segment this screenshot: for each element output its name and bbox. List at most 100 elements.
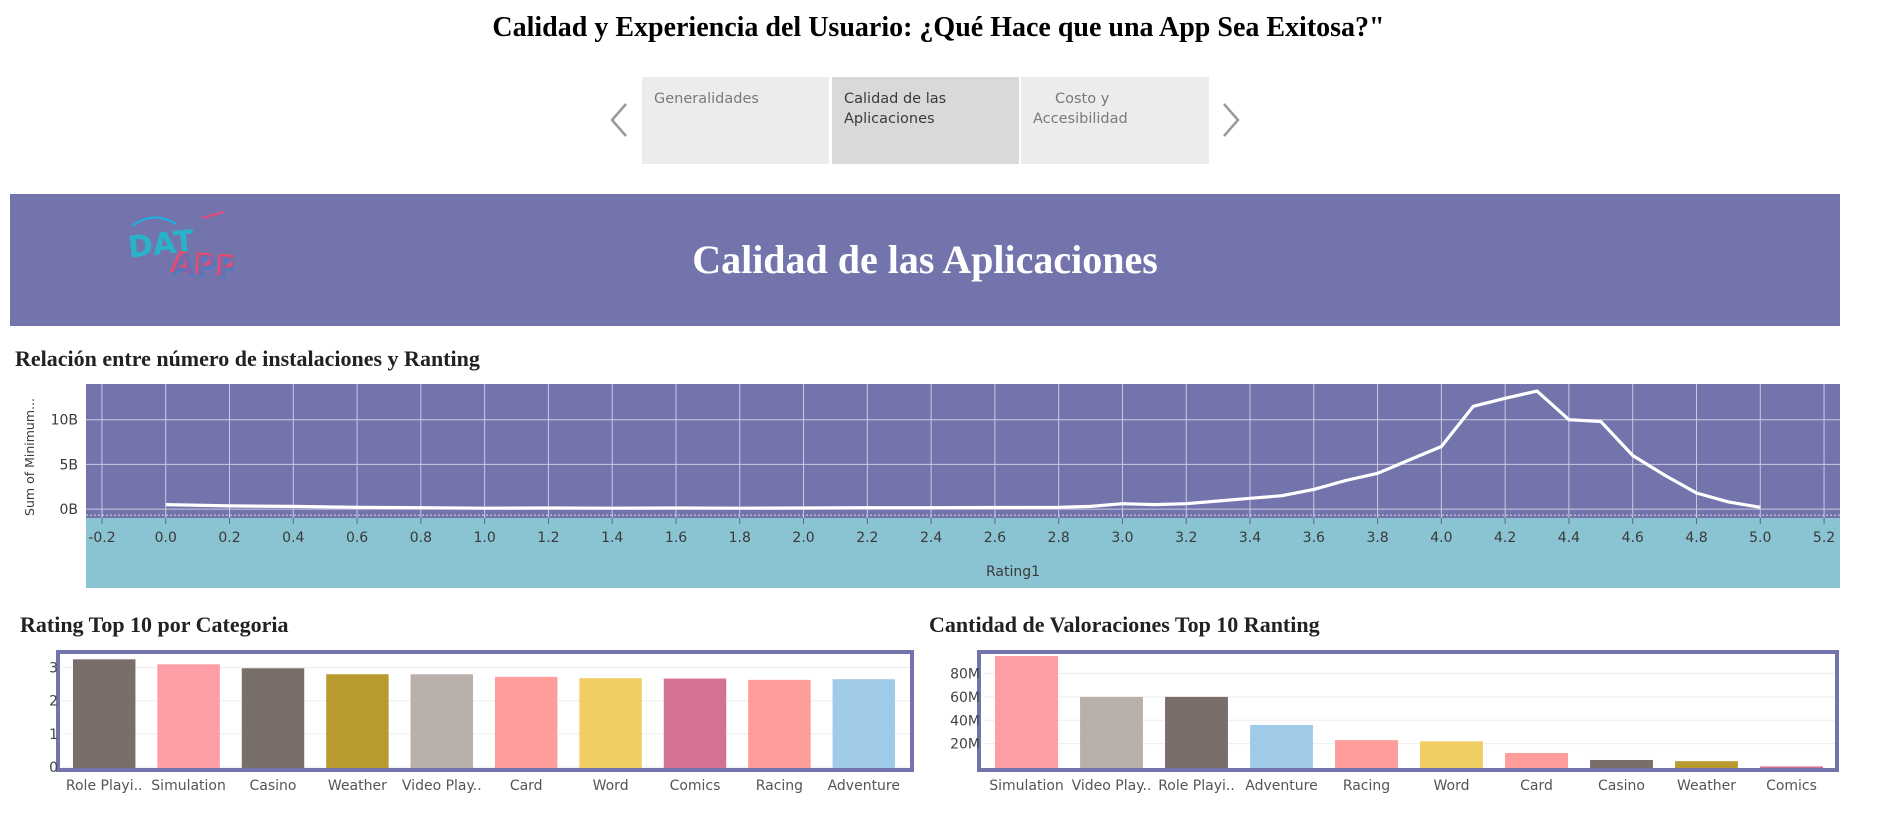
y-tick-label: 2 bbox=[49, 694, 58, 710]
bar bbox=[1420, 741, 1483, 768]
x-tick-label: 1.4 bbox=[601, 530, 623, 546]
header-banner: DAT APP APP Calidad de las Aplicaciones bbox=[10, 194, 1840, 326]
x-tick-label: Comics bbox=[670, 778, 721, 794]
bar bbox=[241, 668, 305, 768]
bar bbox=[995, 656, 1058, 768]
x-tick-label: Weather bbox=[328, 778, 387, 794]
x-tick-label: Simulation bbox=[151, 778, 226, 794]
bar bbox=[1675, 761, 1738, 768]
x-tick-label: 3.8 bbox=[1366, 530, 1388, 546]
bar bbox=[1505, 752, 1568, 768]
x-tick-label: 5.2 bbox=[1813, 530, 1835, 546]
x-tick-label: 3.4 bbox=[1239, 530, 1261, 546]
chevron-right-icon[interactable] bbox=[1220, 100, 1242, 140]
bar bbox=[579, 678, 642, 768]
x-tick-label: 1.0 bbox=[474, 530, 496, 546]
tab-generalidades[interactable]: Generalidades bbox=[642, 77, 829, 164]
reviews-top10-bar-chart: 20M 40M 60M 80M Simulation Video Play.. Role P… bbox=[950, 650, 1839, 794]
x-tick-label: 2.4 bbox=[920, 530, 942, 546]
y-tick-label: 20M bbox=[950, 737, 980, 753]
x-tick-label: 4.8 bbox=[1685, 530, 1707, 546]
page-title: Calidad y Experiencia del Usuario: ¿Qué … bbox=[492, 12, 1385, 43]
tab-label-line: Costo y bbox=[1055, 91, 1110, 107]
y-tick-label: 40M bbox=[950, 713, 980, 729]
x-tick-label: Role Playi.. bbox=[66, 778, 143, 794]
y-axis-label: Sum of Minimum... bbox=[22, 398, 37, 516]
bar bbox=[410, 674, 474, 768]
x-tick-label: 2.0 bbox=[792, 530, 814, 546]
x-tick-label: 3.2 bbox=[1175, 530, 1197, 546]
installs-vs-rating-line-chart: -0.2 0.0 0.2 0.4 0.6 0.8 1.0 1.2 1.4 1.6 1.8 2.0 2.2… bbox=[22, 384, 1840, 588]
x-tick-label: Casino bbox=[250, 778, 297, 794]
x-tick-label: 0.8 bbox=[410, 530, 432, 546]
x-tick-label: Adventure bbox=[1245, 778, 1317, 794]
banner-title: Calidad de las Aplicaciones bbox=[692, 237, 1158, 282]
y-tick-label: 1 bbox=[49, 727, 58, 743]
x-axis-label: Rating1 bbox=[986, 564, 1040, 580]
x-tick-label: 0.4 bbox=[282, 530, 304, 546]
x-tick-label: 4.4 bbox=[1558, 530, 1580, 546]
x-tick-label: 1.8 bbox=[729, 530, 751, 546]
y-tick-label: 5B bbox=[59, 457, 78, 473]
tab-label-line: Aplicaciones bbox=[844, 111, 935, 127]
x-tick-label: 1.6 bbox=[665, 530, 687, 546]
y-tick-label: 0B bbox=[59, 502, 78, 518]
bar-chart-reviews-title: Cantidad de Valoraciones Top 10 Ranting bbox=[929, 612, 1320, 637]
x-tick-label: 2.6 bbox=[984, 530, 1006, 546]
bar bbox=[663, 678, 727, 768]
x-tick-label: 5.0 bbox=[1749, 530, 1771, 546]
x-tick-label: Racing bbox=[1343, 778, 1390, 794]
bar bbox=[748, 679, 811, 768]
tab-label-line: Accesibilidad bbox=[1033, 111, 1128, 127]
line-chart-title: Relación entre número de instalaciones y… bbox=[15, 346, 480, 371]
x-tick-label: 4.0 bbox=[1430, 530, 1452, 546]
bar bbox=[1250, 724, 1313, 768]
x-tick-label: 4.2 bbox=[1494, 530, 1516, 546]
x-tick-label: Card bbox=[1520, 778, 1553, 794]
x-tick-label: 0.0 bbox=[155, 530, 177, 546]
x-axis-band bbox=[86, 518, 1840, 588]
y-tick-label: 10B bbox=[51, 413, 78, 429]
y-tick-label: 80M bbox=[950, 667, 980, 683]
y-tick-label: 0 bbox=[49, 760, 58, 776]
bar bbox=[1165, 696, 1228, 768]
bar bbox=[157, 664, 220, 768]
bar bbox=[72, 659, 136, 768]
bar bbox=[1080, 696, 1143, 768]
x-tick-label: Weather bbox=[1677, 778, 1736, 794]
x-tick-label: -0.2 bbox=[88, 530, 115, 546]
bar bbox=[1335, 740, 1398, 768]
x-tick-label: 1.2 bbox=[537, 530, 559, 546]
y-tick-label: 3 bbox=[49, 661, 58, 677]
x-tick-label: 3.0 bbox=[1111, 530, 1133, 546]
x-tick-label: Word bbox=[1434, 778, 1470, 794]
tab-label-line: Generalidades bbox=[654, 91, 759, 107]
x-tick-label: 2.2 bbox=[856, 530, 878, 546]
bar bbox=[832, 679, 896, 768]
tab-calidad-aplicaciones[interactable]: Calidad de las Aplicaciones bbox=[832, 77, 1019, 164]
x-tick-label: 2.8 bbox=[1048, 530, 1070, 546]
x-tick-label: Adventure bbox=[828, 778, 900, 794]
x-tick-label: 4.6 bbox=[1622, 530, 1644, 546]
tab-costo-accesibilidad[interactable]: Costo y Accesibilidad bbox=[1021, 77, 1209, 164]
x-tick-label: Simulation bbox=[989, 778, 1064, 794]
rating-by-category-bar-chart: 0 1 2 3 Role Playi.. Simulation Casino Weather V… bbox=[49, 650, 914, 794]
x-tick-label: Card bbox=[510, 778, 543, 794]
x-tick-label: 0.6 bbox=[346, 530, 368, 546]
bar bbox=[494, 676, 558, 768]
x-tick-label: Role Playi.. bbox=[1158, 778, 1235, 794]
plot-area bbox=[86, 384, 1840, 518]
x-tick-label: Video Play.. bbox=[1072, 778, 1152, 794]
chevron-left-icon[interactable] bbox=[608, 100, 630, 140]
bar bbox=[1760, 766, 1823, 768]
bar bbox=[326, 674, 389, 768]
bar-chart-rating-title: Rating Top 10 por Categoria bbox=[20, 612, 289, 637]
bar bbox=[1590, 759, 1653, 768]
y-tick-label: 60M bbox=[950, 690, 980, 706]
x-tick-label: Word bbox=[593, 778, 629, 794]
x-tick-label: Casino bbox=[1598, 778, 1645, 794]
x-tick-label: 0.2 bbox=[218, 530, 240, 546]
x-tick-label: Comics bbox=[1766, 778, 1817, 794]
tab-label-line: Calidad de las bbox=[844, 91, 947, 107]
x-tick-label: Racing bbox=[756, 778, 803, 794]
